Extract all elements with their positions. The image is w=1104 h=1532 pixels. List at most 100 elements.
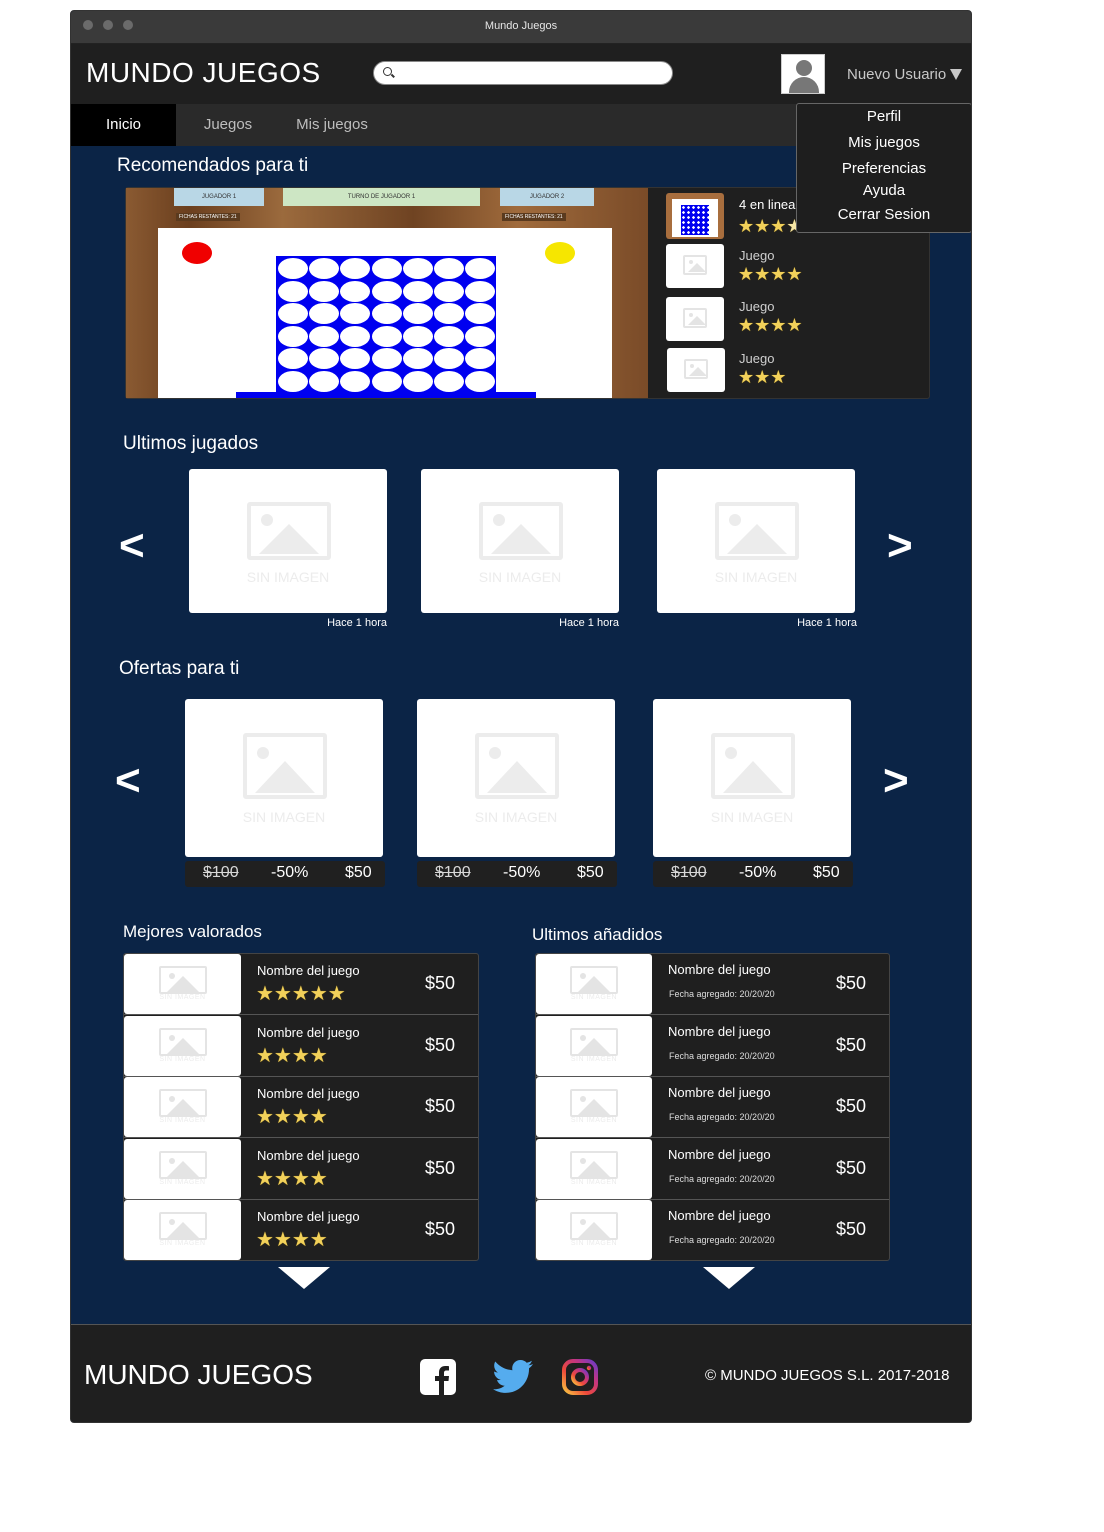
- rating-stars: ★★★★★: [256, 983, 346, 1005]
- latest-added-row[interactable]: SIN IMAGEN Nombre del juego Fecha agregado…: [536, 1077, 889, 1138]
- menu-item-preferencias[interactable]: Preferencias: [797, 160, 971, 177]
- offer-game-card[interactable]: SIN IMAGEN: [417, 699, 615, 857]
- offers-next-arrow[interactable]: >: [883, 759, 909, 803]
- offer-price: $50: [345, 864, 372, 881]
- recent-game-card[interactable]: SIN IMAGEN: [189, 469, 387, 613]
- game-price: $50: [836, 1096, 867, 1116]
- latest-added-row[interactable]: SIN IMAGEN Nombre del juego Fecha agregado…: [536, 1200, 889, 1260]
- top-rated-row[interactable]: SIN IMAGEN Nombre del juego ★★★★ $50: [124, 1138, 478, 1200]
- game-thumbnail: SIN IMAGEN: [124, 954, 241, 1014]
- no-image-label: SIN IMAGEN: [570, 1240, 618, 1247]
- search-icon: [383, 67, 392, 76]
- grid-hole: [340, 280, 371, 302]
- latest-added-list: SIN IMAGEN Nombre del juego Fecha agregado…: [535, 953, 890, 1261]
- avatar[interactable]: [781, 54, 825, 94]
- offer-price: $50: [813, 864, 840, 881]
- recommended-item[interactable]: Juego ★★★★: [664, 293, 930, 343]
- offer-game-card[interactable]: SIN IMAGEN: [185, 699, 383, 857]
- tab-inicio[interactable]: Inicio: [71, 104, 176, 146]
- recent-title: Ultimos jugados: [123, 433, 259, 454]
- no-image-label: SIN IMAGEN: [570, 994, 618, 1001]
- menu-item-cerrar-sesion[interactable]: Cerrar Sesion: [797, 206, 971, 223]
- no-image-label: SIN IMAGEN: [159, 994, 206, 1001]
- latest-added-row[interactable]: SIN IMAGEN Nombre del juego Fecha agregado…: [536, 1138, 889, 1200]
- menu-item-mis-juegos[interactable]: Mis juegos: [797, 134, 971, 151]
- window-titlebar: Mundo Juegos: [71, 11, 971, 44]
- grid-hole: [309, 370, 340, 392]
- grid-hole: [278, 370, 308, 392]
- grid-hole: [309, 258, 340, 279]
- featured-game-image[interactable]: JUGADOR 1 TURNO DE JUGADOR 1 JUGADOR 2 F…: [126, 188, 648, 398]
- player1-remaining: FICHAS RESTANTES: 21: [176, 213, 240, 221]
- date-added: Fecha agregado: 20/20/20: [669, 1050, 775, 1061]
- game-name: Nombre del juego: [668, 1208, 771, 1223]
- rating-stars: ★★★★: [256, 1106, 328, 1128]
- top-rated-row[interactable]: SIN IMAGEN Nombre del juego ★★★★ $50: [124, 1015, 478, 1077]
- top-rated-row[interactable]: SIN IMAGEN Nombre del juego ★★★★ $50: [124, 1077, 478, 1138]
- game-thumbnail: [666, 244, 724, 288]
- date-added: Fecha agregado: 20/20/20: [669, 1173, 775, 1184]
- offers-prev-arrow[interactable]: <: [115, 759, 141, 803]
- grid-hole: [434, 258, 464, 279]
- top-rated-title: Mejores valorados: [123, 922, 262, 941]
- grid-hole: [465, 258, 496, 279]
- recommended-item[interactable]: Juego ★★★: [664, 345, 930, 395]
- instagram-icon[interactable]: [562, 1359, 598, 1395]
- avatar-body: [789, 77, 819, 93]
- grid-hole: [278, 280, 308, 302]
- no-image-label: SIN IMAGEN: [714, 569, 798, 585]
- facebook-icon[interactable]: [420, 1359, 456, 1395]
- top-rated-row[interactable]: SIN IMAGEN Nombre del juego ★★★★ $50: [124, 1200, 478, 1260]
- offer-game-card[interactable]: SIN IMAGEN: [653, 699, 851, 857]
- yellow-disc: [545, 242, 575, 264]
- game-thumbnail: SIN IMAGEN: [124, 1077, 241, 1137]
- recent-game-card[interactable]: SIN IMAGEN: [657, 469, 855, 613]
- game-thumbnail: [666, 297, 724, 341]
- latest-added-title: Ultimos añadidos: [532, 925, 663, 944]
- recommended-item[interactable]: Juego ★★★★: [664, 242, 930, 292]
- search-box[interactable]: [373, 61, 673, 85]
- grid-hole: [465, 280, 496, 302]
- tab-mis-juegos[interactable]: Mis juegos: [286, 104, 378, 146]
- top-rated-row[interactable]: SIN IMAGEN Nombre del juego ★★★★★ $50: [124, 954, 478, 1015]
- user-dropdown-menu: Perfil Mis juegos Preferencias Ayuda Cer…: [796, 103, 971, 233]
- date-added: Fecha agregado: 20/20/20: [669, 1235, 775, 1245]
- game-price: $50: [836, 1157, 867, 1178]
- no-image-label: SIN IMAGEN: [474, 809, 558, 825]
- latest-added-more-arrow[interactable]: [703, 1267, 755, 1289]
- twitter-icon[interactable]: [493, 1359, 533, 1395]
- latest-added-row[interactable]: SIN IMAGEN Nombre del juego Fecha agregado…: [536, 1015, 889, 1077]
- no-image-label: SIN IMAGEN: [159, 1055, 206, 1063]
- game-name: Nombre del juego: [257, 1147, 360, 1163]
- game-thumbnail: SIN IMAGEN: [536, 1015, 652, 1076]
- menu-item-perfil[interactable]: Perfil: [797, 108, 971, 125]
- menu-item-ayuda[interactable]: Ayuda: [797, 182, 971, 199]
- discount: -50%: [503, 864, 541, 881]
- footer-logo: MUNDO JUEGOS: [84, 1359, 313, 1390]
- search-input[interactable]: [398, 64, 666, 82]
- grid-hole: [371, 325, 402, 347]
- old-price: $100: [203, 864, 239, 881]
- user-menu-toggle[interactable]: Nuevo Usuario: [847, 66, 963, 83]
- site-logo[interactable]: MUNDO JUEGOS: [86, 57, 321, 89]
- recent-next-arrow[interactable]: >: [887, 524, 913, 568]
- grid-hole: [465, 325, 496, 347]
- tab-juegos[interactable]: Juegos: [186, 104, 270, 146]
- grid-hole: [340, 370, 371, 392]
- grid-hole: [402, 280, 433, 302]
- no-image-label: SIN IMAGEN: [159, 1117, 206, 1124]
- game-price: $50: [836, 973, 867, 993]
- grid-hole: [371, 303, 402, 324]
- red-disc: [182, 242, 212, 264]
- recent-game-card[interactable]: SIN IMAGEN: [421, 469, 619, 613]
- recent-prev-arrow[interactable]: <: [119, 524, 145, 568]
- no-image-label: SIN IMAGEN: [159, 1240, 206, 1247]
- top-rated-more-arrow[interactable]: [278, 1267, 330, 1289]
- grid-hole: [371, 280, 402, 302]
- discount: -50%: [739, 864, 777, 881]
- latest-added-row[interactable]: SIN IMAGEN Nombre del juego Fecha agregado…: [536, 954, 889, 1015]
- old-price: $100: [671, 864, 707, 881]
- grid-hole: [402, 303, 433, 324]
- copyright: © MUNDO JUEGOS S.L. 2017-2018: [705, 1367, 950, 1384]
- grid-hole: [371, 370, 402, 392]
